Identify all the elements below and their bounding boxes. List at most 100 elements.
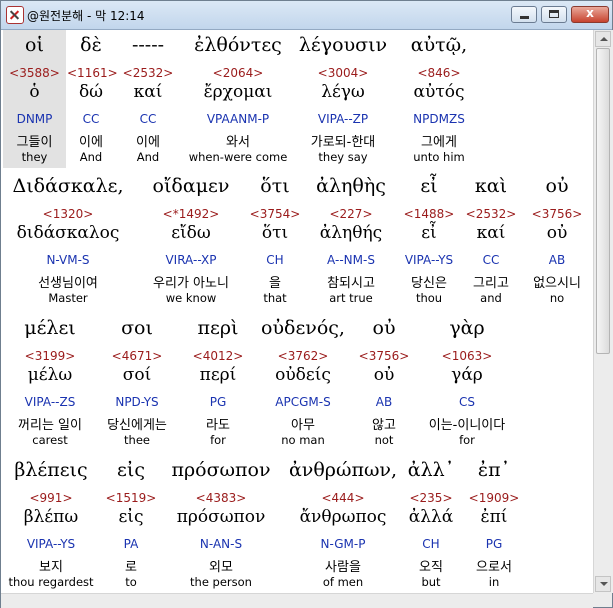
parsing-code: CH xyxy=(422,537,440,551)
greek-word: γὰρ xyxy=(449,317,485,339)
interlinear-panel[interactable]: οἱ <3588> ὁ DNMP 그들이 they δὲ <1161> δώ CC 이에 And -… xyxy=(1,30,593,593)
verse-line-2: Διδάσκαλε, <1320> διδάσκαλος N-VM-S 선생님이여 Mas… xyxy=(1,171,593,309)
window-title: @원전분해 - 막 12:14 xyxy=(27,9,145,23)
english-gloss: And xyxy=(79,150,103,164)
strong-number[interactable]: <1909> xyxy=(463,491,525,505)
english-gloss: Master xyxy=(48,291,88,305)
maximize-button[interactable] xyxy=(541,6,567,23)
strong-number[interactable]: <3756> xyxy=(357,349,411,363)
word-column[interactable]: εἶ <1488> εἶ VIPA--YS 당신은 thou xyxy=(397,171,461,309)
english-gloss: but xyxy=(421,575,441,589)
english-gloss: And xyxy=(136,150,160,164)
word-column[interactable]: ἐπ᾽ <1909> ἐπί PG 으로서 in xyxy=(463,455,525,593)
word-column[interactable]: αὐτῷ, <846> αὐτός NPDMZS 그에게 unto him xyxy=(397,30,481,168)
greek-word: οὐ xyxy=(545,175,569,197)
scrollbar-thumb[interactable] xyxy=(596,48,610,354)
strong-number[interactable]: <2532> xyxy=(119,66,177,80)
word-column[interactable]: βλέπεις <991> βλέπω VIPA--YS 보지 thou regardes… xyxy=(5,455,97,593)
strong-number[interactable]: <3004> xyxy=(293,66,393,80)
strong-number[interactable]: <2532> xyxy=(463,207,519,221)
korean-gloss: 을 xyxy=(269,276,281,291)
minimize-button[interactable] xyxy=(511,6,537,23)
greek-word: οὐ xyxy=(372,317,396,339)
strong-number[interactable]: <1488> xyxy=(397,207,461,221)
strong-number[interactable]: <1320> xyxy=(5,207,131,221)
strong-number[interactable]: <235> xyxy=(405,491,457,505)
parsing-code: VIRA--XP xyxy=(165,253,217,267)
strong-number[interactable]: <991> xyxy=(5,491,97,505)
lemma: αὐτός xyxy=(413,82,465,102)
lemma: ὅτι xyxy=(261,223,289,243)
word-column[interactable]: ----- <2532> καί CC 이에 And xyxy=(119,30,177,168)
lemma: γάρ xyxy=(451,365,483,385)
word-column[interactable]: περὶ <4012> περί PG 라도 for xyxy=(183,313,253,451)
word-column[interactable]: Διδάσκαλε, <1320> διδάσκαλος N-VM-S 선생님이여 Mas… xyxy=(5,171,131,309)
strong-number[interactable]: <*1492> xyxy=(141,207,241,221)
word-column[interactable]: εἰς <1519> εἰς PA 로 to xyxy=(103,455,159,593)
strong-number[interactable]: <1519> xyxy=(103,491,159,505)
word-column[interactable]: καὶ <2532> καί CC 그리고 and xyxy=(463,171,519,309)
strong-number[interactable]: <3199> xyxy=(5,349,95,363)
word-column[interactable]: πρόσωπον <4383> πρόσωπον N-AN-S 외모 the person xyxy=(165,455,277,593)
word-column[interactable]: οὐδενός, <3762> οὐδείς APCGM-S 아무 no man xyxy=(253,313,353,451)
word-column[interactable]: ὅτι <3754> ὅτι CH 을 that xyxy=(245,171,305,309)
greek-word: μέλει xyxy=(24,317,76,339)
word-column[interactable]: μέλει <3199> μέλω VIPA--ZS 꺼리는 일이 carest xyxy=(5,313,95,451)
greek-word: αὐτῷ, xyxy=(410,34,468,56)
korean-gloss: 없으시니 xyxy=(533,276,581,291)
greek-word: εἶ xyxy=(420,175,438,197)
close-button[interactable]: x xyxy=(571,6,609,23)
english-gloss: no xyxy=(549,291,565,305)
parsing-code: NPDMZS xyxy=(413,112,465,126)
strong-number[interactable]: <3756> xyxy=(525,207,589,221)
word-column[interactable]: ἐλθόντες <2064> ἔρχομαι VPAANM-P 와서 when-were… xyxy=(179,30,297,168)
parsing-code: PG xyxy=(209,395,227,409)
lemma: ἀλλά xyxy=(408,507,454,527)
strong-number[interactable]: <4671> xyxy=(101,349,173,363)
strong-number[interactable]: <1161> xyxy=(67,66,118,80)
greek-word: ἐπ᾽ xyxy=(477,459,511,481)
word-column[interactable]: ἀνθρώπων, <444> ἄνθρωπος N-GM-P 사람을 of men xyxy=(281,455,405,593)
scroll-down-arrow-icon[interactable] xyxy=(595,576,611,592)
strong-number[interactable]: <4383> xyxy=(165,491,277,505)
strong-number[interactable]: <3588> xyxy=(3,66,66,80)
word-column[interactable]: γὰρ <1063> γάρ CS 이는-이니이다 for xyxy=(415,313,519,451)
strong-number[interactable]: <4012> xyxy=(183,349,253,363)
vertical-scrollbar[interactable] xyxy=(593,30,613,593)
korean-gloss: 꺼리는 일이 xyxy=(18,418,82,433)
greek-word: ἀληθὴς xyxy=(316,175,386,197)
strong-number[interactable]: <227> xyxy=(311,207,391,221)
english-gloss: thou regardest xyxy=(8,575,94,589)
greek-word: βλέπεις xyxy=(14,459,88,481)
korean-gloss: 외모 xyxy=(209,560,233,575)
strong-number[interactable]: <444> xyxy=(281,491,405,505)
word-column[interactable]: σοι <4671> σοί NPD-YS 당신에게는 thee xyxy=(101,313,173,451)
greek-word: ἀλλ᾽ xyxy=(407,459,455,481)
greek-word: δὲ xyxy=(80,34,102,56)
title-bar[interactable]: @원전분해 - 막 12:14 x xyxy=(1,1,612,30)
word-column[interactable]: λέγουσιν <3004> λέγω VIPA--ZP 가로되-한대 they say xyxy=(293,30,393,168)
english-gloss: thee xyxy=(124,433,150,447)
word-column[interactable]: οἱ <3588> ὁ DNMP 그들이 they xyxy=(3,30,66,168)
strong-number[interactable]: <1063> xyxy=(415,349,519,363)
lemma: καί xyxy=(476,223,506,243)
scroll-up-arrow-icon[interactable] xyxy=(595,31,611,47)
lemma: εἴδω xyxy=(171,223,211,243)
word-column[interactable]: οὐ <3756> οὐ AB 않고 not xyxy=(357,313,411,451)
word-column[interactable]: οὐ <3756> οὐ AB 없으시니 no xyxy=(525,171,589,309)
word-column[interactable]: ἀλλ᾽ <235> ἀλλά CH 오직 but xyxy=(405,455,457,593)
verse-line-1: οἱ <3588> ὁ DNMP 그들이 they δὲ <1161> δώ CC 이에 And -… xyxy=(1,30,593,168)
strong-number[interactable]: <3762> xyxy=(253,349,353,363)
word-column[interactable]: ἀληθὴς <227> ἀληθής A--NM-S 참되시고 art true xyxy=(311,171,391,309)
word-column[interactable]: δὲ <1161> δώ CC 이에 And xyxy=(67,30,118,168)
word-column[interactable]: οἴδαμεν <*1492> εἴδω VIRA--XP 우리가 아노니 we know xyxy=(141,171,241,309)
greek-word: οἱ xyxy=(25,34,44,56)
app-icon[interactable] xyxy=(6,6,24,24)
strong-number[interactable]: <846> xyxy=(397,66,481,80)
korean-gloss: 사람을 xyxy=(325,560,361,575)
verse-line-3: μέλει <3199> μέλω VIPA--ZS 꺼리는 일이 carest σοι <… xyxy=(1,313,593,451)
horizontal-scrollbar[interactable] xyxy=(1,593,593,608)
strong-number[interactable]: <2064> xyxy=(179,66,297,80)
parsing-code: NPD-YS xyxy=(115,395,159,409)
strong-number[interactable]: <3754> xyxy=(245,207,305,221)
